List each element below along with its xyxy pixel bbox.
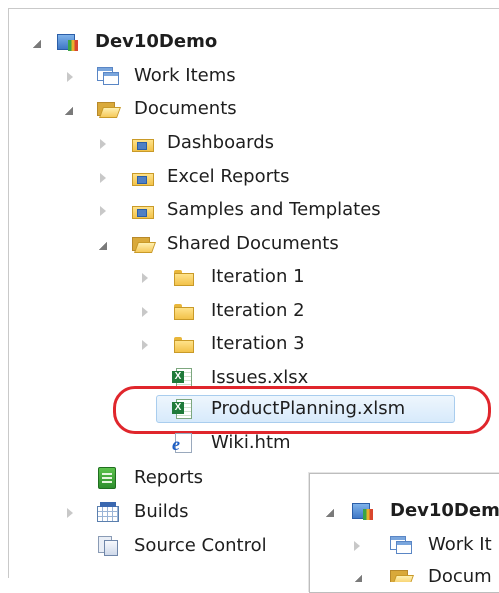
tree-node-label: Dev10Dem (390, 500, 499, 521)
tree-node-label: Dashboards (167, 132, 275, 153)
expanded-arrow-icon[interactable] (99, 242, 107, 250)
overlay-tree-node-work-items[interactable]: Work It (310, 530, 499, 560)
document-library-icon (132, 170, 154, 186)
tree-node-builds[interactable]: Builds (0, 497, 309, 527)
folder-open-icon (390, 570, 412, 582)
tree-node-work-items[interactable]: Work Items (0, 61, 499, 91)
tree-node-excel-reports[interactable]: Excel Reports (0, 162, 499, 192)
tree-node-label: Iteration 2 (211, 300, 305, 321)
tree-node-shared-documents[interactable]: Shared Documents (0, 229, 499, 259)
document-library-icon (132, 203, 154, 219)
tree-node-label: Shared Documents (167, 233, 339, 254)
team-project-icon (352, 501, 374, 521)
tree-node-iteration-2[interactable]: Iteration 2 (0, 296, 499, 326)
overlay-tree-panel: Dev10Dem Work It Docum (309, 473, 499, 593)
collapsed-arrow-icon[interactable] (67, 508, 73, 518)
collapsed-arrow-icon[interactable] (354, 541, 360, 551)
folder-open-icon (97, 102, 119, 118)
tree-node-label: Source Control (134, 535, 267, 556)
tree-node-label: Wiki.htm (211, 432, 291, 453)
tree-node-label: Reports (134, 467, 204, 488)
document-library-icon (132, 136, 154, 152)
tree-node-label: Documents (134, 98, 237, 119)
tree-node-label: Iteration 3 (211, 333, 305, 354)
source-control-icon (98, 536, 118, 556)
tree-node-dev10demo[interactable]: Dev10Demo (0, 27, 499, 57)
reports-icon (98, 467, 118, 489)
collapsed-arrow-icon[interactable] (100, 139, 106, 149)
tree-node-iteration-3[interactable]: Iteration 3 (0, 329, 499, 359)
tree-node-label: Work Items (134, 65, 236, 86)
collapsed-arrow-icon[interactable] (142, 273, 148, 283)
tree-node-dashboards[interactable]: Dashboards (0, 128, 499, 158)
expanded-arrow-icon[interactable] (65, 107, 73, 115)
red-annotation-oval (113, 386, 491, 434)
overlay-tree-node-dev10demo[interactable]: Dev10Dem (310, 496, 499, 526)
builds-icon (97, 502, 119, 522)
tree-node-label: Samples and Templates (167, 199, 381, 220)
tree-node-label: Work It (428, 534, 492, 555)
work-items-icon (97, 67, 119, 85)
tree-node-iteration-1[interactable]: Iteration 1 (0, 262, 499, 292)
folder-icon (174, 304, 194, 320)
tree-node-label: Excel Reports (167, 166, 290, 187)
excel-file-icon (172, 368, 192, 388)
collapsed-arrow-icon[interactable] (100, 173, 106, 183)
tree-node-wiki-htm[interactable]: Wiki.htm (0, 428, 499, 458)
tree-node-label: Docum (428, 566, 492, 582)
collapsed-arrow-icon[interactable] (142, 307, 148, 317)
work-items-icon (390, 536, 412, 554)
tree-node-samples-and-templates[interactable]: Samples and Templates (0, 195, 499, 225)
tree-node-label: Builds (134, 501, 189, 522)
tree-node-documents[interactable]: Documents (0, 94, 499, 124)
collapsed-arrow-icon[interactable] (142, 340, 148, 350)
tree-node-label: Iteration 1 (211, 266, 305, 287)
folder-icon (174, 337, 194, 353)
folder-open-icon (132, 237, 154, 253)
overlay-tree-node-documents[interactable]: Docum (310, 562, 499, 582)
expanded-arrow-icon[interactable] (326, 509, 334, 517)
tree-node-source-control[interactable]: Source Control (0, 531, 309, 561)
collapsed-arrow-icon[interactable] (100, 206, 106, 216)
collapsed-arrow-icon[interactable] (67, 72, 73, 82)
expanded-arrow-icon[interactable] (354, 575, 362, 582)
team-project-icon (57, 32, 79, 52)
expanded-arrow-icon[interactable] (33, 40, 41, 48)
html-file-icon (172, 433, 192, 453)
folder-icon (174, 270, 194, 286)
tree-node-label: Dev10Demo (95, 31, 218, 52)
